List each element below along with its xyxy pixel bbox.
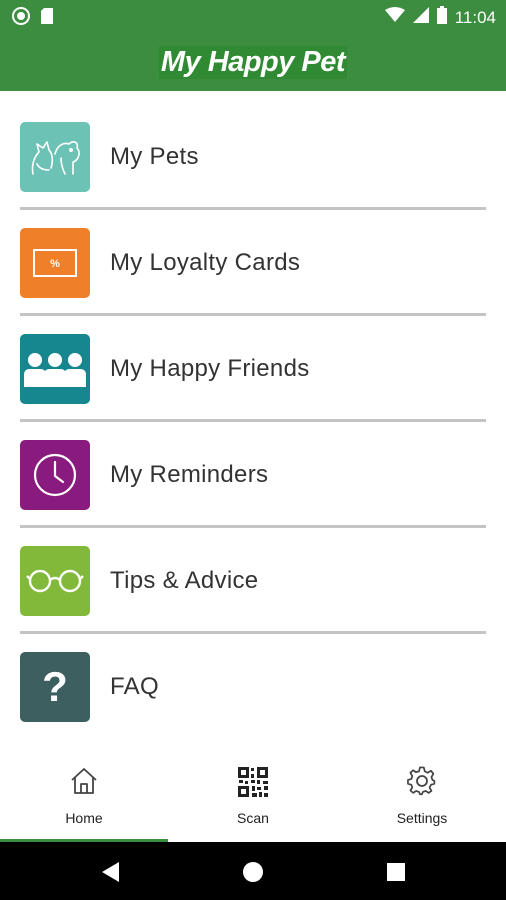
system-navigation-bar bbox=[0, 842, 506, 900]
question-icon: ? bbox=[20, 652, 90, 722]
card-percent-text: % bbox=[50, 258, 60, 270]
menu-item-my-pets[interactable]: My Pets bbox=[0, 104, 506, 210]
back-icon[interactable] bbox=[101, 861, 121, 888]
menu-item-my-reminders[interactable]: My Reminders bbox=[0, 422, 506, 528]
menu-item-my-happy-friends[interactable]: My Happy Friends bbox=[0, 316, 506, 422]
home-icon bbox=[69, 766, 99, 801]
main-menu: My Pets % My Loyalty Cards My Happy Frie… bbox=[0, 104, 506, 740]
app-bar: My Happy Pet bbox=[0, 33, 506, 91]
nav-settings[interactable]: Settings bbox=[338, 756, 506, 842]
status-bar: 11:04 bbox=[0, 0, 506, 33]
app-title: My Happy Pet bbox=[158, 45, 348, 79]
gear-icon bbox=[407, 766, 437, 801]
nav-scan[interactable]: Scan bbox=[169, 756, 337, 842]
notification-circle-icon bbox=[12, 7, 30, 30]
sd-card-icon bbox=[40, 7, 54, 30]
menu-item-label: My Loyalty Cards bbox=[110, 249, 301, 276]
status-time: 11:04 bbox=[454, 7, 496, 27]
nav-home-label: Home bbox=[65, 810, 103, 826]
battery-icon bbox=[436, 6, 447, 29]
menu-item-label: Tips & Advice bbox=[110, 567, 259, 594]
menu-item-my-loyalty-cards[interactable]: % My Loyalty Cards bbox=[0, 210, 506, 316]
pets-icon bbox=[20, 122, 90, 192]
menu-item-label: My Happy Friends bbox=[110, 355, 310, 382]
menu-item-tips-advice[interactable]: Tips & Advice bbox=[0, 528, 506, 634]
recents-square-icon[interactable] bbox=[387, 863, 405, 886]
friends-icon bbox=[20, 334, 90, 404]
home-circle-icon[interactable] bbox=[242, 861, 264, 888]
loyalty-card-icon: % bbox=[20, 228, 90, 298]
bottom-navigation: Home Scan Settings bbox=[0, 756, 506, 842]
question-mark-text: ? bbox=[42, 663, 68, 710]
menu-item-label: FAQ bbox=[110, 673, 159, 700]
qr-code-icon bbox=[237, 766, 269, 803]
glasses-icon bbox=[20, 546, 90, 616]
nav-scan-label: Scan bbox=[237, 810, 269, 826]
menu-item-label: My Pets bbox=[110, 143, 199, 170]
nav-home[interactable]: Home bbox=[0, 756, 168, 842]
cell-signal-icon bbox=[412, 7, 429, 28]
wifi-icon bbox=[384, 7, 405, 28]
clock-icon bbox=[20, 440, 90, 510]
menu-item-faq[interactable]: ? FAQ bbox=[0, 634, 506, 740]
menu-item-label: My Reminders bbox=[110, 461, 269, 488]
nav-settings-label: Settings bbox=[396, 810, 448, 826]
